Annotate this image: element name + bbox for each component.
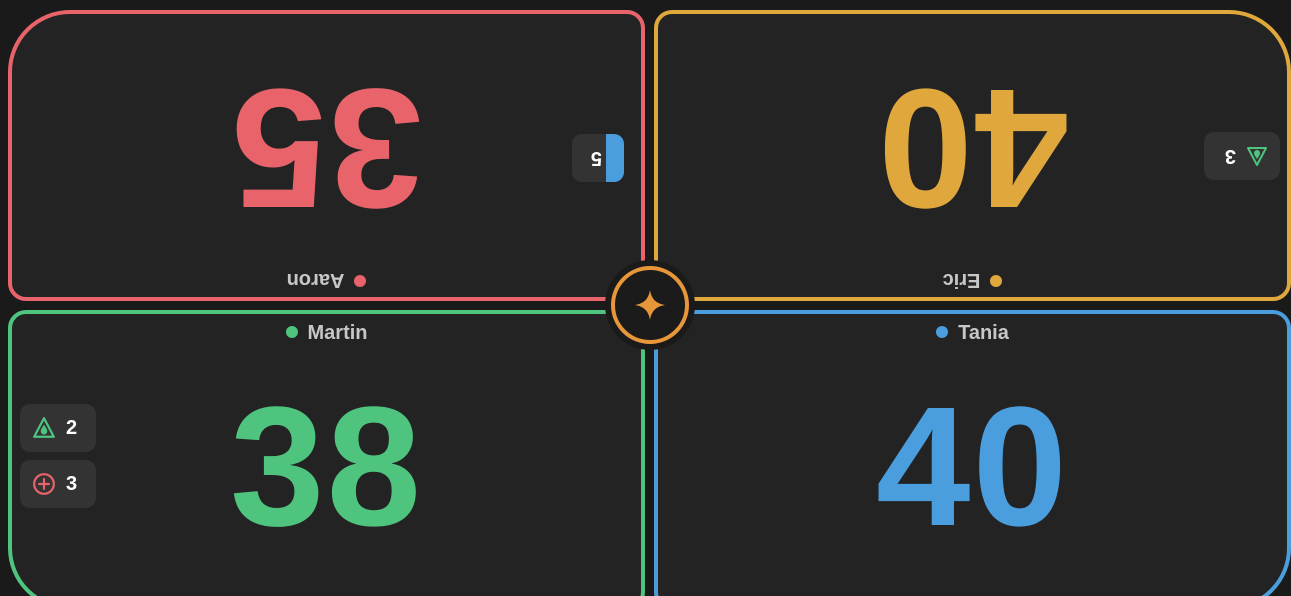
life-total[interactable]: 40 <box>823 53 1123 243</box>
life-total[interactable]: 35 <box>177 53 477 243</box>
player-color-dot <box>990 275 1003 288</box>
poison-counter-value: 2 <box>66 416 78 439</box>
player-name: Martin <box>307 322 368 344</box>
menu-button[interactable] <box>611 266 689 344</box>
panel-content-eric: Eric 40 <box>658 14 1287 297</box>
panel-content-aaron: Aaron 35 <box>12 14 641 297</box>
player-color-dot <box>285 325 298 338</box>
droplet-triangle-icon <box>33 417 55 438</box>
commander-damage-badge[interactable]: 5 <box>572 134 624 182</box>
player-color-dot <box>354 275 367 288</box>
player-panel-tania[interactable]: Tania 40 <box>654 310 1291 596</box>
player-name-row: Eric <box>658 268 1287 291</box>
player-panel-eric[interactable]: Eric 40 3 <box>654 10 1291 301</box>
poison-counter-badge[interactable]: 2 <box>20 404 96 452</box>
life-total[interactable]: 38 <box>177 382 477 552</box>
plus-circle-icon <box>33 473 55 495</box>
energy-counter-value: 3 <box>66 472 78 495</box>
life-counter-board: Aaron 35 5 Eric 40 3 Martin 38 2 3 Tania… <box>0 0 1291 596</box>
player-name-row: Tania <box>658 322 1287 345</box>
player-name-row: Aaron <box>12 268 641 291</box>
player-panel-aaron[interactable]: Aaron 35 5 <box>8 10 645 301</box>
droplet-triangle-icon <box>1247 147 1267 166</box>
player-name: Tania <box>958 322 1009 344</box>
player-panel-martin[interactable]: Martin 38 2 3 <box>8 310 645 596</box>
poison-counter-badge[interactable]: 3 <box>1204 132 1280 180</box>
energy-counter-badge[interactable]: 3 <box>20 460 96 508</box>
player-name: Eric <box>942 269 981 291</box>
poison-counter-value: 3 <box>1224 145 1236 168</box>
player-name: Aaron <box>286 269 345 291</box>
commander-damage-value: 5 <box>590 147 602 170</box>
player-name-row: Martin <box>12 322 641 345</box>
sparkle-icon <box>635 290 665 320</box>
life-total[interactable]: 40 <box>823 382 1123 552</box>
commander-color-bar <box>606 134 624 182</box>
player-color-dot <box>936 325 949 338</box>
